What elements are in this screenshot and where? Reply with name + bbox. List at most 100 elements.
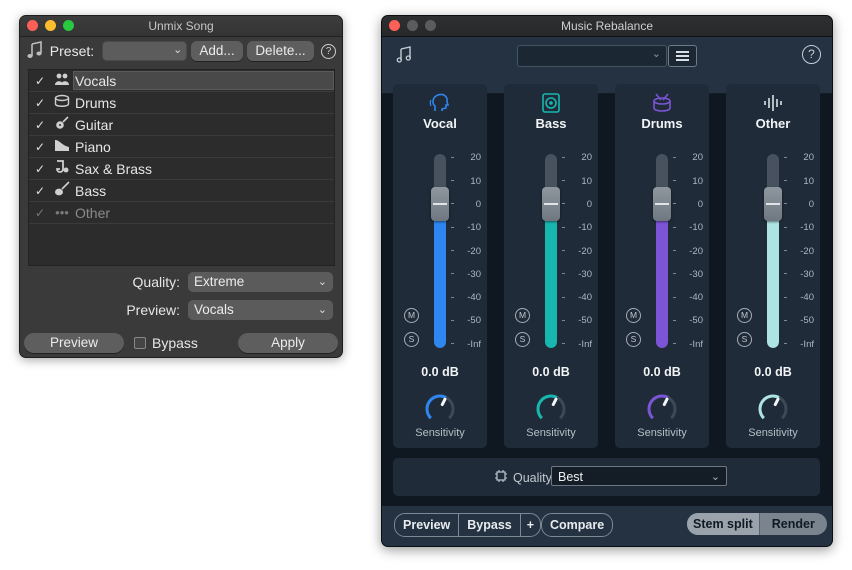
stem-item-other[interactable]: ✓ ••• Other [29,202,334,224]
music-note-icon [26,40,46,62]
minimize-window-button[interactable] [407,20,418,31]
scale-tick: -30 [451,269,481,280]
preset-row: Preset: ⌄ Add... Delete... ? [26,40,336,62]
add-button[interactable]: + [521,514,540,536]
help-button[interactable]: ? [321,43,336,59]
quality-select[interactable]: Best ⌄ [551,466,727,486]
db-scale: 20 10 0 -10 -20 -30 -40 -50 -Inf [451,152,485,350]
sensitivity-knob[interactable] [757,393,789,425]
channel-name: Drums [641,116,683,131]
mute-button[interactable]: M [515,308,530,323]
checkbox-vocals[interactable]: ✓ [29,74,51,88]
sensitivity-label: Sensitivity [415,427,465,439]
fader-track[interactable] [767,154,779,348]
preview-select[interactable]: Vocals ⌄ [188,300,333,320]
gain-readout: 0.0 dB [532,365,570,379]
zoom-window-button[interactable] [63,20,74,31]
bypass-button[interactable]: Bypass [459,514,519,536]
menu-button[interactable] [668,45,697,67]
tick-label: -Inf [467,338,481,350]
sensitivity-knob[interactable] [424,393,456,425]
scale-tick: -20 [673,246,703,257]
preview-button[interactable]: Preview [24,332,124,353]
tick-label: -Inf [800,338,814,350]
solo-button[interactable]: S [515,332,530,347]
stem-item-sax-brass[interactable]: ✓ Sax & Brass [29,158,334,180]
stem-item-vocals[interactable]: ✓ Vocals [29,70,334,92]
scale-tick: -Inf [562,339,592,350]
fader-track[interactable] [545,154,557,348]
fader-thumb[interactable] [542,187,560,222]
scale-tick: 10 [784,176,814,187]
checkbox-bass[interactable]: ✓ [29,184,51,198]
apply-button[interactable]: Apply [238,332,338,353]
tick-label: -50 [800,315,814,327]
help-button[interactable]: ? [802,45,821,64]
tick-label: 0 [475,198,481,210]
add-preset-button[interactable]: Add... [191,41,243,61]
fader-track[interactable] [434,154,446,348]
channel-other: Other 20 10 0 -10 -20 -30 -40 -50 -Inf M S 0.0 dB Se… [726,84,820,448]
scale-tick: -10 [784,222,814,233]
stem-item-guitar[interactable]: ✓ Guitar [29,114,334,136]
scale-tick: -40 [562,292,592,303]
close-window-button[interactable] [27,20,38,31]
stem-split-button[interactable]: Stem split [687,513,759,535]
window-controls [27,20,74,31]
scale-tick: 10 [562,176,592,187]
gain-readout: 0.0 dB [754,365,792,379]
fader-thumb[interactable] [653,187,671,222]
render-button[interactable]: Render [760,513,827,535]
fader-thumb[interactable] [431,187,449,222]
quality-select[interactable]: Extreme ⌄ [188,272,333,292]
stem-item-bass[interactable]: ✓ Bass [29,180,334,202]
solo-button[interactable]: S [737,332,752,347]
quality-row: Quality: Extreme ⌄ [133,271,333,293]
fader-track[interactable] [656,154,668,348]
checkbox-piano[interactable]: ✓ [29,140,51,154]
channel-name: Other [755,116,791,131]
piano-icon [51,138,73,155]
quality-value: Best [558,470,584,484]
minimize-window-button[interactable] [45,20,56,31]
preset-select[interactable]: ⌄ [102,41,188,61]
preview-button[interactable]: Preview [395,514,458,536]
sensitivity-knob[interactable] [646,393,678,425]
solo-button[interactable]: S [404,332,419,347]
scale-tick: 0 [451,198,481,210]
stem-list: ✓ Vocals ✓ Drums ✓ Guitar ✓ Piano ✓ Sax … [28,69,335,266]
mute-button[interactable]: M [626,308,641,323]
stem-item-piano[interactable]: ✓ Piano [29,136,334,158]
checkbox-guitar[interactable]: ✓ [29,118,51,132]
tick-label: -Inf [689,338,703,350]
delete-preset-button[interactable]: Delete... [246,41,315,61]
solo-button[interactable]: S [626,332,641,347]
sensitivity-label: Sensitivity [526,427,576,439]
sensitivity-knob[interactable] [535,393,567,425]
checkbox-sax-brass[interactable]: ✓ [29,162,51,176]
compare-button[interactable]: Compare [542,514,612,536]
checkbox-drums[interactable]: ✓ [29,96,51,110]
zoom-window-button[interactable] [425,20,436,31]
bypass-label: Bypass [152,334,198,351]
preview-label: Preview: [126,302,180,318]
tick-label: 0 [697,198,703,210]
stem-item-drums[interactable]: ✓ Drums [29,92,334,114]
tick-label: -50 [578,315,592,327]
channel-vocal: Vocal 20 10 0 -10 -20 -30 -40 -50 -Inf M S 0.0 dB Se… [393,84,487,448]
bypass-checkbox[interactable] [134,336,146,349]
tick-label: 10 [692,175,703,187]
bypass-toggle[interactable]: Bypass [134,335,198,351]
quality-label: Quality [513,470,552,485]
scale-tick: 0 [784,199,814,210]
quality-label-group: Quality [494,469,552,486]
checkbox-other[interactable]: ✓ [29,206,51,220]
close-window-button[interactable] [389,20,400,31]
unmix-titlebar: Unmix Song [20,16,342,37]
mute-button[interactable]: M [737,308,752,323]
fader-thumb[interactable] [764,187,782,222]
mute-button[interactable]: M [404,308,419,323]
scale-tick: 20 [451,152,481,163]
rebalance-preset-select[interactable]: ⌄ [517,45,667,67]
tick-label: 20 [803,152,814,164]
